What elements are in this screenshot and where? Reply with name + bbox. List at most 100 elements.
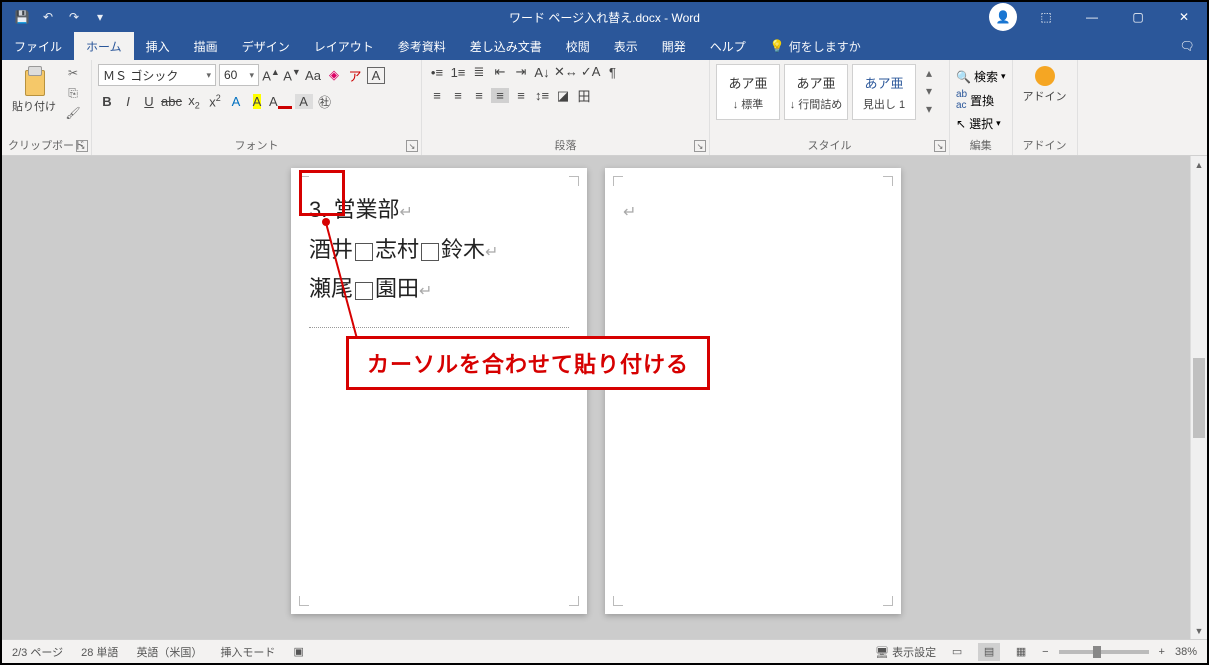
view-print-button[interactable]: ▤ [978,643,1000,661]
redo-button[interactable]: ↷ [62,5,86,29]
tab-view[interactable]: 表示 [602,32,650,60]
font-color-button[interactable]: A [269,94,292,109]
style-no-spacing[interactable]: あア亜 ↓ 行間詰め [784,64,848,120]
superscript-button[interactable]: x2 [206,93,224,109]
character-shading-button[interactable]: A [295,94,313,109]
tab-file[interactable]: ファイル [2,32,74,60]
change-case-button[interactable]: Aa [304,68,322,83]
vertical-scrollbar[interactable]: ▲ ▼ [1190,156,1207,639]
strikethrough-button[interactable]: abc [161,94,182,109]
maximize-button[interactable]: ▢ [1115,2,1161,32]
status-language[interactable]: 英語（米国） [136,644,202,660]
scroll-track[interactable] [1191,440,1207,623]
enclose-characters-button[interactable]: ㊓ [316,92,334,111]
clear-formatting-button[interactable]: ◈ [325,67,343,83]
paragraph-dialog-launcher[interactable]: ↘ [694,140,706,152]
styles-scroll-down[interactable]: ▾ [920,82,938,100]
share-button[interactable]: 🗨 [1167,32,1207,60]
multilevel-list-button[interactable]: ≣ [470,64,488,80]
tell-me[interactable]: 💡 何をしますか [758,38,861,55]
format-painter-button[interactable]: 🖌 [64,104,82,122]
zoom-out-button[interactable]: − [1042,646,1048,658]
scroll-up-button[interactable]: ▲ [1191,156,1207,173]
select-button[interactable]: ↖選択▾ [956,115,1001,132]
highlight-button[interactable]: A [248,94,266,109]
scroll-track[interactable] [1191,173,1207,356]
shrink-font-button[interactable]: A▼ [283,67,301,83]
show-marks-button[interactable]: ✓A [581,64,601,80]
style-heading1[interactable]: あア亜 見出し 1 [852,64,916,120]
tab-draw[interactable]: 描画 [182,32,230,60]
user-avatar[interactable]: 👤 [989,3,1017,31]
copy-button[interactable]: ⎘ [64,84,82,102]
page-1[interactable]: 3. 営業部↵ 酒井志村鈴木↵ 瀬尾園田↵ [291,168,587,614]
styles-dialog-launcher[interactable]: ↘ [934,140,946,152]
tab-mailings[interactable]: 差し込み文書 [458,32,554,60]
close-button[interactable]: ✕ [1161,2,1207,32]
tab-insert[interactable]: 挿入 [134,32,182,60]
find-button[interactable]: 🔍検索▾ [956,68,1006,85]
doc-line-1[interactable]: 3. 営業部↵ [309,190,569,230]
display-settings-button[interactable]: 🖥 表示設定 [875,644,936,660]
align-distributed-button[interactable]: ≡ [512,88,530,103]
tab-review[interactable]: 校閲 [554,32,602,60]
save-button[interactable]: 💾 [10,5,34,29]
status-page[interactable]: 2/3 ページ [12,644,63,660]
bold-button[interactable]: B [98,94,116,109]
shading-button[interactable]: ◪ [554,88,572,104]
sort-button[interactable]: A↓ [533,65,551,80]
doc-line-2[interactable]: 酒井志村鈴木↵ [309,230,569,270]
status-insert-mode[interactable]: 挿入モード [220,644,275,660]
subscript-button[interactable]: x2 [185,93,203,111]
numbering-button[interactable]: 1≡ [449,65,467,80]
tab-developer[interactable]: 開発 [650,32,698,60]
decrease-indent-button[interactable]: ⇤ [491,64,509,80]
font-name-combo[interactable]: ＭＳ ゴシック▾ [98,64,216,86]
styles-expand[interactable]: ▾ [920,100,938,118]
align-justify-button[interactable]: ≡ [491,88,509,103]
zoom-level[interactable]: 38% [1175,646,1197,658]
replace-button[interactable]: abac置換 [956,89,994,111]
cut-button[interactable]: ✂ [64,64,82,82]
scroll-thumb[interactable] [1193,358,1205,438]
text-effects-button[interactable]: A [227,94,245,109]
line-dir-button[interactable]: ✕↔ [554,64,578,80]
tab-help[interactable]: ヘルプ [698,32,758,60]
underline-button[interactable]: U [140,94,158,109]
align-left-button[interactable]: ≡ [428,88,446,103]
align-right-button[interactable]: ≡ [470,88,488,103]
scroll-down-button[interactable]: ▼ [1191,622,1207,639]
page-2[interactable]: ↵ [605,168,901,614]
tab-references[interactable]: 参考資料 [386,32,458,60]
minimize-button[interactable]: — [1069,2,1115,32]
status-word-count[interactable]: 28 単語 [81,644,118,660]
doc-line-empty[interactable]: ↵ [623,190,883,230]
ribbon-display-button[interactable]: ⬚ [1023,2,1069,32]
borders-button[interactable]: 田 [575,86,593,105]
font-dialog-launcher[interactable]: ↘ [406,140,418,152]
undo-button[interactable]: ↶ [36,5,60,29]
document-canvas[interactable]: 3. 営業部↵ 酒井志村鈴木↵ 瀬尾園田↵ ↵ カーソルを合わせて貼り付ける [2,156,1190,639]
view-web-button[interactable]: ▦ [1010,643,1032,661]
styles-scroll-up[interactable]: ▴ [920,64,938,82]
paragraph-marks-button[interactable]: ¶ [603,65,621,80]
paste-button[interactable]: 貼り付け [8,64,60,116]
character-border-button[interactable]: A [367,67,385,84]
grow-font-button[interactable]: A▲ [262,67,280,83]
tab-design[interactable]: デザイン [230,32,302,60]
phonetic-guide-button[interactable]: ア [346,66,364,85]
style-normal[interactable]: あア亜 ↓ 標準 [716,64,780,120]
status-macro-icon[interactable]: ▣ [293,645,303,658]
addins-button[interactable]: アドイン [1019,64,1071,106]
view-read-button[interactable]: ▭ [946,643,968,661]
increase-indent-button[interactable]: ⇥ [512,64,530,80]
font-size-combo[interactable]: 60▾ [219,64,259,86]
clipboard-dialog-launcher[interactable]: ↘ [76,140,88,152]
tab-home[interactable]: ホーム [74,32,134,60]
tab-layout[interactable]: レイアウト [302,32,386,60]
zoom-slider[interactable] [1059,650,1149,654]
align-center-button[interactable]: ≡ [449,88,467,103]
bullets-button[interactable]: •≡ [428,65,446,80]
italic-button[interactable]: I [119,94,137,109]
line-spacing-button[interactable]: ↕≡ [533,88,551,103]
